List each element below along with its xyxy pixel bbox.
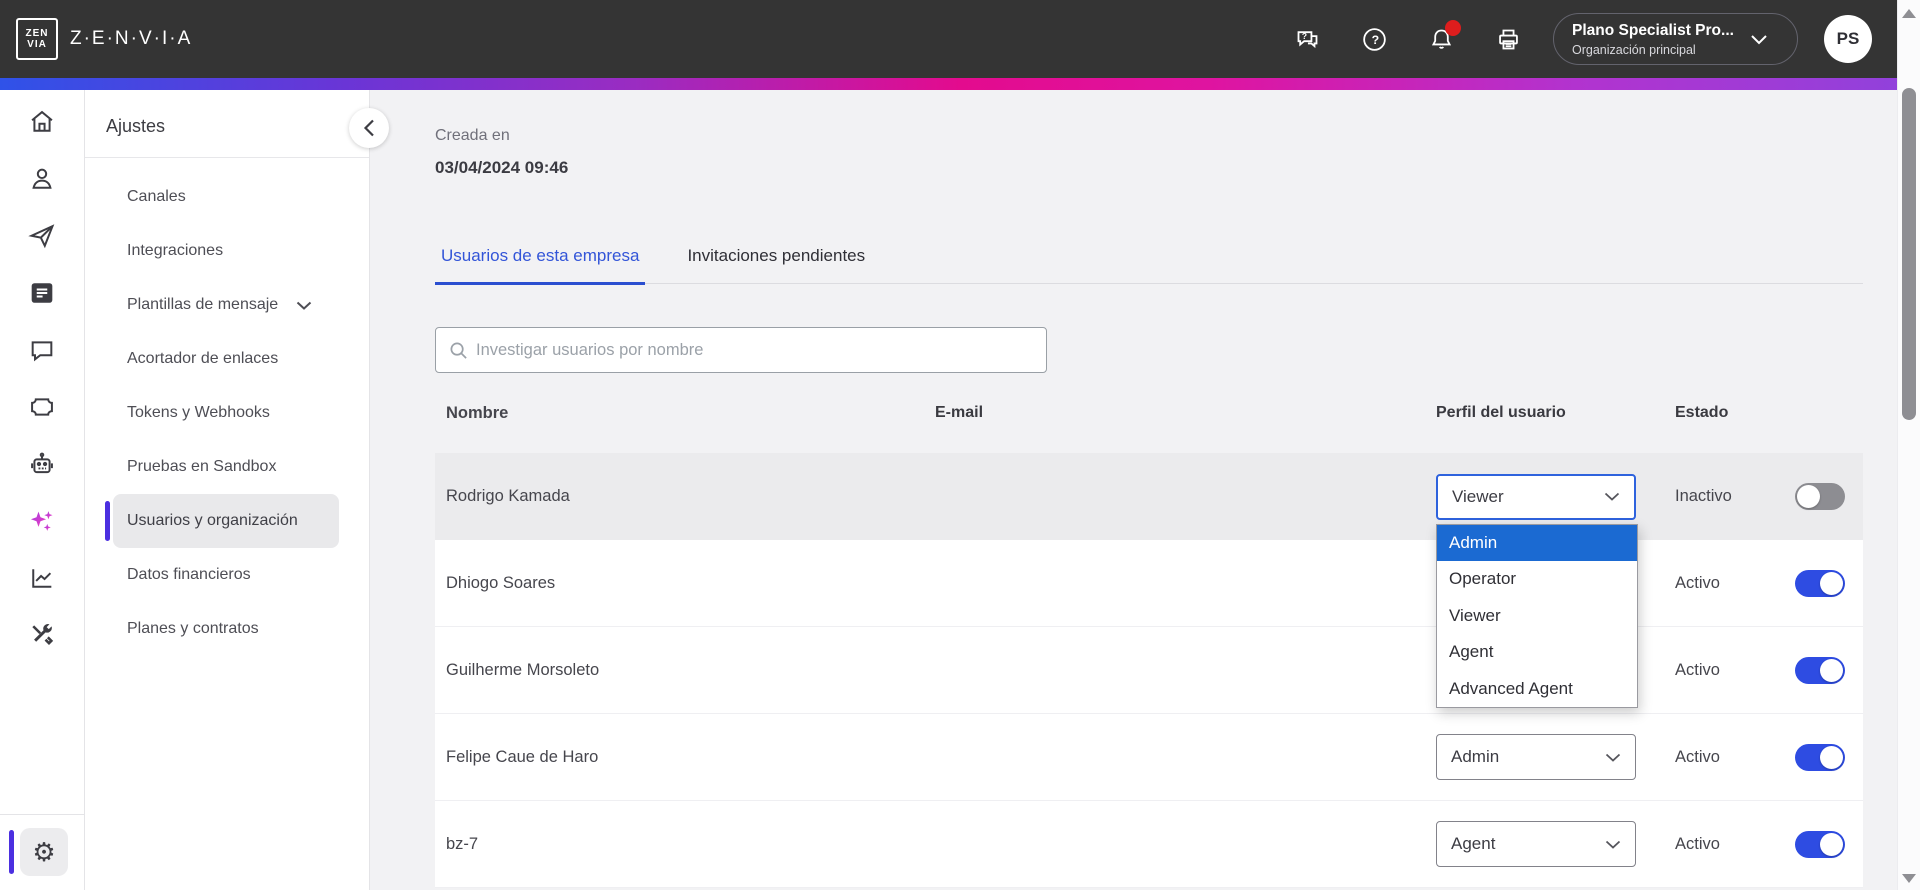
active-indicator [9, 830, 14, 874]
rail-settings-area: ⚙ [0, 814, 84, 890]
settings-gear-icon[interactable]: ⚙ [20, 828, 68, 876]
table-row: bz-7 Agent Activo [435, 801, 1863, 888]
printer-icon[interactable] [1493, 24, 1523, 54]
ai-sparkles-icon[interactable] [26, 505, 58, 537]
organization-selector[interactable]: Plano Specialist Pro... Organización pri… [1553, 13, 1798, 65]
profile-select[interactable]: Viewer [1436, 473, 1636, 520]
settings-sidebar: Ajustes Canales Integraciones Plantillas… [85, 90, 389, 890]
status-toggle[interactable] [1795, 656, 1845, 684]
column-perfil: Perfil del usuario [1436, 404, 1566, 421]
reports-icon[interactable] [26, 562, 58, 594]
dropdown-option-admin[interactable]: Admin [1437, 524, 1637, 561]
table-header: Nombre E-mail Perfil del usuario Estado [435, 373, 1863, 453]
user-name: Felipe Caue de Haro [446, 747, 599, 766]
icon-rail: ⚙ [0, 90, 85, 890]
chevron-down-icon [1751, 34, 1767, 44]
contacts-icon[interactable] [26, 163, 58, 195]
tools-icon[interactable] [26, 619, 58, 651]
send-icon[interactable] [26, 220, 58, 252]
column-email: E-mail [935, 404, 984, 421]
chevron-down-icon [1605, 753, 1621, 762]
chevron-down-icon [297, 301, 312, 310]
sidebar-item-acortador[interactable]: Acortador de enlaces [113, 332, 339, 386]
chevron-down-icon [1605, 840, 1621, 849]
status-toggle[interactable] [1795, 830, 1845, 858]
zenvia-logo-icon: ZEN VIA [16, 18, 58, 60]
sidebar-collapse-button[interactable] [349, 108, 389, 148]
profile-select[interactable]: Admin [1436, 734, 1636, 780]
chevron-left-icon [363, 119, 374, 137]
table-row: Rodrigo Kamada Viewer Admin Operator Vie… [435, 453, 1863, 708]
status-label: Activo [1675, 660, 1720, 679]
created-at-label: Creada en [435, 127, 510, 144]
status-label: Activo [1675, 573, 1720, 592]
sidebar-item-tokens[interactable]: Tokens y Webhooks [113, 386, 339, 440]
user-search [435, 327, 1047, 373]
user-avatar[interactable]: PS [1824, 15, 1872, 63]
table-row: Felipe Caue de Haro Admin Activo [435, 714, 1863, 801]
status-toggle[interactable] [1795, 483, 1845, 510]
dropdown-option-operator[interactable]: Operator [1437, 561, 1637, 598]
scrollbar-up-arrow[interactable] [1902, 9, 1916, 18]
sidebar-item-sandbox[interactable]: Pruebas en Sandbox [113, 440, 339, 494]
user-name: bz-7 [446, 834, 479, 853]
main-panel: Creada en 03/04/2024 09:46 Usuarios de e… [370, 90, 1920, 890]
brand-wordmark: Z·E·N·V·I·A [70, 28, 193, 49]
org-plan-name: Plano Specialist Pro... [1572, 21, 1734, 39]
user-name: Guilherme Morsoleto [446, 660, 600, 679]
user-name: Rodrigo Kamada [446, 487, 570, 505]
dropdown-option-viewer[interactable]: Viewer [1437, 598, 1637, 635]
sidebar-item-plantillas[interactable]: Plantillas de mensaje [113, 278, 339, 332]
support-chat-icon[interactable]: ? [1292, 24, 1322, 54]
svg-text:?: ? [1301, 31, 1306, 41]
profile-select[interactable]: Agent [1436, 821, 1636, 867]
search-input[interactable] [476, 340, 1033, 360]
bot-icon[interactable] [26, 448, 58, 480]
news-icon[interactable] [26, 277, 58, 309]
status-toggle[interactable] [1795, 569, 1845, 597]
ticket-icon[interactable] [26, 391, 58, 423]
scrollbar-down-arrow[interactable] [1902, 874, 1916, 883]
svg-text:?: ? [1371, 33, 1379, 47]
sidebar-title: Ajustes [106, 116, 166, 136]
status-label: Inactivo [1675, 487, 1732, 505]
tab-usuarios-empresa[interactable]: Usuarios de esta empresa [435, 246, 646, 285]
chat-icon[interactable] [26, 334, 58, 366]
org-subtitle: Organización principal [1572, 42, 1696, 57]
status-label: Activo [1675, 834, 1720, 853]
status-label: Activo [1675, 747, 1720, 766]
profile-dropdown: Admin Operator Viewer Agent Advanced Age… [1436, 523, 1638, 708]
dropdown-option-agent[interactable]: Agent [1437, 634, 1637, 671]
scrollbar-thumb[interactable] [1902, 88, 1916, 420]
tab-bar: Usuarios de esta empresa Invitaciones pe… [435, 246, 1863, 285]
column-nombre: Nombre [446, 403, 509, 422]
sidebar-item-usuarios[interactable]: Usuarios y organización [105, 494, 339, 548]
sidebar-item-canales[interactable]: Canales [113, 170, 339, 224]
page-scrollbar [1897, 0, 1920, 890]
notification-badge [1445, 20, 1461, 36]
status-toggle[interactable] [1795, 743, 1845, 771]
top-header: ZEN VIA Z·E·N·V·I·A ? ? Plano Specialist… [0, 0, 1920, 78]
created-at-value: 03/04/2024 09:46 [435, 158, 569, 177]
sidebar-item-integraciones[interactable]: Integraciones [113, 224, 339, 278]
dropdown-option-advanced-agent[interactable]: Advanced Agent [1437, 671, 1637, 708]
help-icon[interactable]: ? [1359, 24, 1389, 54]
chevron-down-icon [1604, 492, 1620, 501]
table-row: Guilherme Morsoleto Activo [435, 627, 1863, 714]
tab-invitaciones-pendientes[interactable]: Invitaciones pendientes [681, 246, 871, 283]
brand-gradient-bar [0, 78, 1920, 90]
home-icon[interactable] [26, 106, 58, 138]
search-icon [450, 342, 467, 359]
user-name: Dhiogo Soares [446, 573, 556, 592]
column-estado: Estado [1675, 404, 1729, 421]
sidebar-item-planes[interactable]: Planes y contratos [113, 602, 339, 656]
notifications-bell-icon[interactable] [1426, 20, 1461, 54]
sidebar-item-datos[interactable]: Datos financieros [113, 548, 339, 602]
table-row: Dhiogo Soares Activo [435, 540, 1863, 627]
